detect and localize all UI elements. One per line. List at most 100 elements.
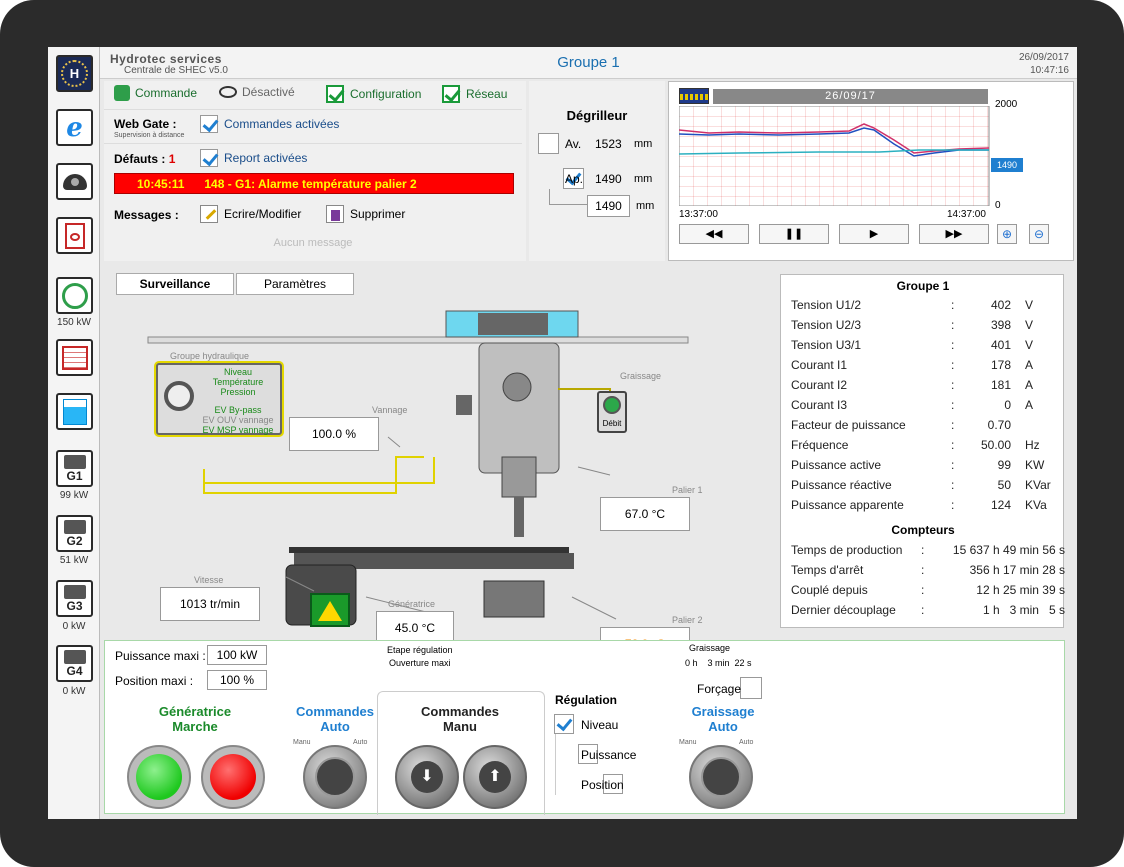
report-activees-checkbox[interactable]: Report activées <box>200 149 307 167</box>
manual-down-button[interactable]: ⬇ <box>395 745 459 809</box>
puissance-maxi-input[interactable]: 100 kW <box>207 645 267 665</box>
measure-row: Courant I2: 181 A <box>791 378 1061 396</box>
pdf-icon[interactable] <box>56 217 93 254</box>
commandes-manu-title-line2: Manu <box>443 719 477 734</box>
play-button[interactable]: ▶ <box>839 224 909 244</box>
logo-icon[interactable]: H <box>56 55 93 92</box>
commandes-activees-checkbox[interactable]: Commandes activées <box>200 115 339 133</box>
palier1-value: 67.0 °C <box>600 497 690 531</box>
generator-icon <box>63 519 86 534</box>
start-button[interactable] <box>127 745 191 809</box>
measure-unit: Hz <box>1025 438 1040 452</box>
defauts-label: Défauts : 1 <box>114 152 175 166</box>
gr-auto-label: Auto <box>739 739 754 746</box>
ap-label: Ap. <box>565 172 584 186</box>
ecrire-button[interactable]: Ecrire/Modifier <box>200 205 301 223</box>
fast-forward-button[interactable]: ▶▶ <box>919 224 989 244</box>
commandes-mode-selector[interactable] <box>303 745 367 809</box>
manual-up-button[interactable]: ⬆ <box>463 745 527 809</box>
measure-row: Tension U2/3: 398 V <box>791 318 1061 336</box>
measure-label: Puissance réactive <box>791 478 892 492</box>
av-checkbox[interactable] <box>538 133 559 154</box>
groupe-hydraulique-unit[interactable]: Niveau Température Pression EV By-pass E… <box>156 363 282 435</box>
tab-parametres[interactable]: Paramètres <box>236 273 354 295</box>
gh-pression: Pression <box>220 387 256 397</box>
counter-label: Dernier découplage <box>791 603 896 617</box>
generator-icon <box>63 649 86 664</box>
counter-value: 1 h 3 min 5 s <box>982 603 1065 617</box>
measure-label: Courant I3 <box>791 398 848 412</box>
desactive-status[interactable]: Désactivé <box>219 85 295 99</box>
rewind-icon: ◀◀ <box>705 228 723 240</box>
report-icon[interactable] <box>56 339 93 376</box>
counter-sep: : <box>921 603 925 617</box>
reseau-label: Réseau <box>466 87 508 101</box>
g2-label: G2 <box>66 533 83 548</box>
measure-value: 50.00 <box>981 438 1012 452</box>
diff-unit: mm <box>636 200 655 212</box>
measure-label: Tension U3/1 <box>791 338 862 352</box>
zoom-in-button[interactable]: ⊕ <box>997 224 1017 244</box>
measure-unit: V <box>1025 338 1034 352</box>
regulation-niveau-checkbox[interactable] <box>554 714 574 734</box>
counter-label: Temps de production <box>791 543 903 557</box>
stop-button[interactable] <box>201 745 265 809</box>
zoom-out-button[interactable]: ⊖ <box>1029 224 1049 244</box>
rewind-button[interactable]: ◀◀ <box>679 224 749 244</box>
fast-forward-icon: ▶▶ <box>945 228 963 240</box>
status-panel: Commande Désactivé Configuration Réseau … <box>104 81 526 261</box>
debit-sensor[interactable]: Débit <box>597 391 627 433</box>
configuration-checkbox[interactable]: Configuration <box>326 85 421 103</box>
alarm-banner[interactable]: 10:45:11 148 - G1: Alarme température pa… <box>114 173 514 194</box>
commande-status[interactable]: Commande <box>114 85 197 101</box>
trend-legend-icon[interactable] <box>679 88 709 104</box>
measure-unit: A <box>1025 358 1034 372</box>
supprimer-button[interactable]: Supprimer <box>326 205 405 223</box>
power-meter-icon[interactable] <box>56 277 93 314</box>
measure-sep: : <box>951 418 955 432</box>
measure-sep: : <box>951 498 955 512</box>
trend-plot <box>679 106 990 206</box>
measure-row: Courant I1: 178 A <box>791 358 1061 376</box>
degrilleur-panel: Dégrilleur Av. 1523 mm Ap. 1490 mm 1490 … <box>529 81 665 261</box>
generator-g3-button[interactable]: G3 <box>56 580 93 617</box>
graissage-auto-title: Graissage Auto <box>673 704 773 734</box>
trend-ymax: 2000 <box>995 99 1018 110</box>
gh-ev-msp: EV MSP vannage <box>202 425 274 435</box>
generator-g4-button[interactable]: G4 <box>56 645 93 682</box>
graissage-mode-selector[interactable] <box>689 745 753 809</box>
camera-icon[interactable] <box>56 163 93 200</box>
messages-label: Messages : <box>114 208 179 222</box>
measure-unit: KW <box>1025 458 1045 472</box>
tab-surveillance[interactable]: Surveillance <box>116 273 234 295</box>
gh-ev-bypass: EV By-pass <box>214 405 262 415</box>
water-level-icon[interactable] <box>56 393 93 430</box>
forcage-label: Forçage <box>697 682 742 696</box>
commande-label: Commande <box>135 86 198 100</box>
stop-icon <box>210 754 256 800</box>
desactive-label: Désactivé <box>242 85 295 99</box>
arrow-up-icon: ⬆ <box>479 761 511 793</box>
measure-label: Courant I2 <box>791 378 848 392</box>
generator-g1-button[interactable]: G1 <box>56 450 93 487</box>
browser-icon[interactable]: e <box>56 109 93 146</box>
pause-button[interactable]: ❚❚ <box>759 224 829 244</box>
measure-unit: KVar <box>1025 478 1051 492</box>
generator-icon <box>63 454 86 469</box>
measure-sep: : <box>951 378 955 392</box>
trend-ymin: 0 <box>995 200 1001 211</box>
g2-power: 51 kW <box>59 555 89 566</box>
alarm-time: 10:45:11 <box>137 176 185 191</box>
measure-label: Fréquence <box>791 438 849 452</box>
header-date: 26/09/2017 <box>1018 52 1069 63</box>
diagram-drawing <box>147 310 689 626</box>
page-title: Groupe 1 <box>557 54 620 71</box>
check-icon <box>200 149 218 167</box>
generator-g2-button[interactable]: G2 <box>56 515 93 552</box>
divider <box>104 109 522 110</box>
reseau-checkbox[interactable]: Réseau <box>442 85 507 103</box>
forcage-checkbox[interactable] <box>740 677 763 699</box>
high-voltage-icon[interactable] <box>310 593 350 627</box>
position-maxi-input[interactable]: 100 % <box>207 670 267 690</box>
check-icon <box>200 115 218 133</box>
